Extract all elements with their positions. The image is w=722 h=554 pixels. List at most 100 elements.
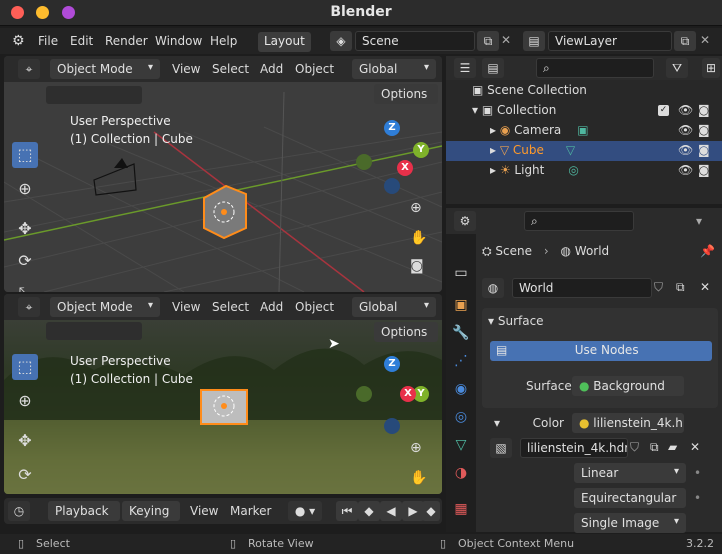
decorator-dot-icon[interactable]: • — [694, 466, 701, 480]
zoom-icon[interactable]: ⊕ — [410, 200, 422, 216]
menu-object[interactable]: Object — [295, 62, 334, 76]
viewport-bottom-canvas-hdri[interactable]: ⬚ ⊕ ✥ ⟳ User Perspective (1) Collection … — [4, 320, 442, 494]
select-box-tool-icon[interactable]: ⬚ — [12, 354, 38, 380]
record-icon[interactable]: ● ▾ — [288, 501, 322, 521]
delete-scene-icon[interactable]: ✕ — [501, 33, 511, 47]
orientation-select[interactable]: Global — [352, 59, 436, 79]
pin-icon[interactable]: 📌 — [700, 244, 715, 258]
display-mode-icon[interactable]: ▤ — [482, 58, 504, 78]
cursor-tool-icon[interactable]: ⊕ — [12, 176, 38, 202]
gizmo-z-icon[interactable]: Z — [384, 120, 400, 136]
tab-physics-icon[interactable]: ◉ — [450, 378, 472, 400]
tab-constraints-icon[interactable]: ◎ — [450, 406, 472, 428]
new-world-icon[interactable]: ⧉ — [676, 280, 685, 295]
color-texture-field[interactable]: ● lilienstein_4k.hdr — [572, 413, 684, 433]
image-browse-icon[interactable]: ▧ — [490, 438, 512, 458]
move-tool-icon[interactable]: ✥ — [12, 428, 38, 454]
menu-render[interactable]: Render — [105, 34, 148, 48]
collection-checkbox[interactable]: ✓ — [658, 105, 669, 116]
outliner-search-input[interactable]: ⌕ — [536, 58, 654, 78]
playback-menu[interactable]: Playback — [48, 501, 120, 521]
surface-shader-field[interactable]: ● Background — [572, 376, 684, 396]
fake-user-shield-icon[interactable]: ⛉ — [654, 280, 663, 295]
select-mode-buttons[interactable] — [46, 322, 142, 340]
tab-particles-icon[interactable]: ⋰ — [450, 350, 472, 372]
gizmo-x-icon[interactable]: X — [400, 386, 416, 402]
gizmo-neg-y-icon[interactable] — [356, 154, 372, 170]
viewlayer-name-field[interactable]: ViewLayer — [548, 31, 672, 51]
expand-arrow-icon[interactable]: ▾ — [494, 416, 500, 430]
outliner-item-camera[interactable]: ▸ ◉ Camera ▣ — [490, 123, 589, 143]
pan-hand-icon[interactable]: ✋ — [410, 470, 427, 486]
chevron-down-icon[interactable]: ▾ — [696, 214, 702, 228]
open-folder-icon[interactable]: ▰ — [668, 440, 677, 454]
timeline-editor-icon[interactable]: ◷ — [8, 501, 30, 521]
blender-logo-icon[interactable]: ⚙ — [12, 33, 25, 49]
viewport-bottom[interactable]: ⌖ Object Mode View Select Add Object Glo… — [4, 294, 442, 494]
projection-select[interactable]: Equirectangular — [574, 488, 686, 508]
keying-menu[interactable]: Keying — [122, 501, 180, 521]
render-camera-icon[interactable]: ◙ — [698, 163, 710, 177]
workspace-tab-layout[interactable]: Layout — [258, 32, 311, 52]
render-camera-icon[interactable]: ◙ — [698, 123, 710, 137]
timeline-view-menu[interactable]: View — [190, 504, 218, 518]
decorator-dot-icon[interactable]: • — [694, 491, 701, 505]
gizmo-y-icon[interactable]: Y — [413, 142, 429, 158]
mode-select[interactable]: Object Mode — [50, 59, 160, 79]
tab-object-icon[interactable]: ▣ — [450, 294, 472, 316]
jump-start-icon[interactable]: ⏮ — [336, 501, 358, 521]
menu-edit[interactable]: Edit — [70, 34, 93, 48]
menu-view[interactable]: View — [172, 300, 200, 314]
surface-panel-header[interactable]: ▾ Surface — [488, 314, 544, 328]
scene-browse-icon[interactable]: ◈ — [330, 31, 352, 51]
new-image-icon[interactable]: ⧉ — [650, 440, 659, 455]
filter-icon[interactable]: ⛛ — [666, 58, 688, 78]
scale-tool-icon[interactable]: ⤡ — [12, 280, 38, 292]
menu-add[interactable]: Add — [260, 300, 283, 314]
world-browse-icon[interactable]: ◍ — [482, 278, 504, 298]
rotate-tool-icon[interactable]: ⟳ — [12, 248, 38, 274]
options-dropdown[interactable]: Options — [374, 322, 438, 342]
world-name-field[interactable]: World — [512, 278, 652, 298]
viewport-top[interactable]: ⌖ Object Mode View Select Add Object Glo… — [4, 56, 442, 292]
menu-select[interactable]: Select — [212, 300, 249, 314]
outliner-editor-icon[interactable]: ☰ — [454, 58, 476, 78]
mode-select[interactable]: Object Mode — [50, 297, 160, 317]
use-nodes-button[interactable]: ▤ Use Nodes — [490, 341, 712, 361]
gizmo-neg-z-icon[interactable] — [384, 418, 400, 434]
cursor-tool-icon[interactable]: ⊕ — [12, 388, 38, 414]
move-tool-icon[interactable]: ✥ — [12, 216, 38, 242]
timeline-marker-menu[interactable]: Marker — [230, 504, 271, 518]
prev-keyframe-icon[interactable]: ◆ — [358, 501, 380, 521]
new-scene-icon[interactable]: ⧉ — [477, 31, 499, 51]
outliner-item-cube[interactable]: ▸ ▽ Cube ▽ — [490, 143, 575, 163]
scene-name-field[interactable]: Scene — [355, 31, 475, 51]
next-keyframe-icon[interactable]: ◆ — [422, 501, 440, 521]
tab-material-icon[interactable]: ◑ — [450, 462, 472, 484]
gizmo-neg-z-icon[interactable] — [384, 178, 400, 194]
menu-file[interactable]: File — [38, 34, 58, 48]
image-name-field[interactable]: lilienstein_4k.hdr — [520, 438, 628, 458]
menu-help[interactable]: Help — [210, 34, 237, 48]
render-camera-icon[interactable]: ◙ — [698, 103, 710, 117]
visibility-eye-icon[interactable]: 👁 — [678, 163, 693, 177]
camera-view-icon[interactable]: ◙ — [410, 258, 424, 274]
tab-render-icon[interactable]: ▭ — [450, 262, 472, 284]
tab-texture-icon[interactable]: ▦ — [450, 498, 472, 520]
play-reverse-icon[interactable]: ◀ — [380, 501, 402, 521]
options-dropdown[interactable]: Options — [374, 84, 438, 104]
new-viewlayer-icon[interactable]: ⧉ — [674, 31, 696, 51]
viewlayer-browse-icon[interactable]: ▤ — [523, 31, 545, 51]
source-select[interactable]: Single Image — [574, 513, 686, 533]
menu-select[interactable]: Select — [212, 62, 249, 76]
menu-view[interactable]: View — [172, 62, 200, 76]
tab-modifier-icon[interactable]: 🔧 — [450, 322, 472, 344]
outliner-collection-row[interactable]: ▾ ▣ Collection — [472, 103, 556, 123]
menu-object[interactable]: Object — [295, 300, 334, 314]
render-camera-icon[interactable]: ◙ — [698, 143, 710, 157]
outliner-item-light[interactable]: ▸ ☀ Light ◎ — [490, 163, 579, 183]
fake-user-shield-icon[interactable]: ⛉ — [630, 440, 639, 455]
tab-data-icon[interactable]: ▽ — [450, 434, 472, 456]
viewport-top-canvas[interactable]: ⬚ ⊕ ✥ ⟳ ⤡ User Perspective (1) Collectio… — [4, 82, 442, 292]
pan-hand-icon[interactable]: ✋ — [410, 230, 427, 246]
